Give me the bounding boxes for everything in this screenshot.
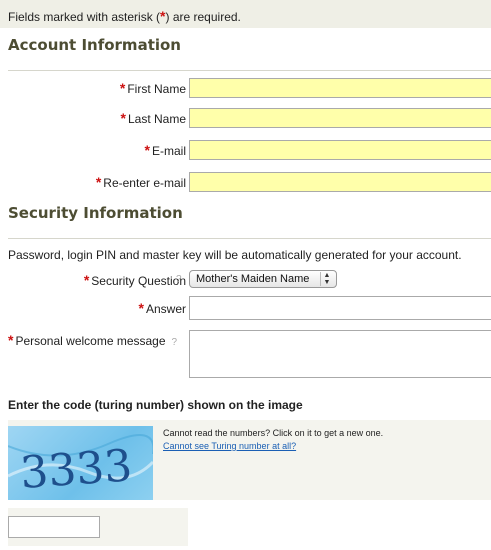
auto-generated-info: Password, login PIN and master key will … (8, 248, 462, 262)
last-name-label: Last Name (127, 112, 186, 126)
account-divider (8, 70, 491, 71)
captcha-hint: Cannot read the numbers? Click on it to … (163, 428, 384, 438)
email-required-icon: * (144, 142, 150, 158)
answer-label-group: * Answer (139, 300, 186, 316)
last-name-input[interactable] (189, 108, 491, 128)
security-divider (8, 238, 491, 239)
turing-title: Enter the code (turing number) shown on … (8, 398, 303, 412)
answer-required-icon: * (138, 300, 144, 316)
cannot-see-turing-link[interactable]: Cannot see Turing number at all? (163, 441, 296, 451)
turing-code-input[interactable] (8, 516, 100, 538)
email-input[interactable] (189, 140, 491, 160)
required-fields-note: Fields marked with asterisk (*) are requ… (0, 0, 491, 28)
reenter-email-label-group: * Re-enter e-mail (96, 174, 186, 190)
answer-input[interactable] (189, 296, 491, 320)
security-question-value: Mother's Maiden Name (196, 273, 310, 285)
welcome-message-required-icon: * (8, 332, 14, 348)
email-label: E-mail (151, 144, 186, 158)
first-name-label-group: * First Name (120, 80, 186, 96)
required-note-text-before: Fields marked with asterisk ( (8, 10, 161, 24)
last-name-label-group: * Last Name (121, 110, 186, 126)
captcha-image[interactable]: 3333 (7, 426, 155, 500)
answer-label: Answer (145, 302, 186, 316)
welcome-message-textarea[interactable] (189, 330, 491, 378)
select-stepper-icon: ▲ ▼ (320, 272, 333, 286)
welcome-message-help-icon[interactable]: ? (172, 337, 178, 348)
captcha-text: 3333 (19, 440, 134, 499)
security-question-label-group: * Security Question (84, 272, 186, 288)
security-question-required-icon: * (83, 272, 90, 288)
last-name-required-icon: * (120, 110, 126, 126)
required-note-text-after: ) are required. (165, 10, 241, 24)
security-question-label: Security Question (91, 274, 186, 288)
reenter-email-input[interactable] (189, 172, 491, 192)
first-name-required-icon: * (119, 80, 126, 96)
security-question-select[interactable]: Mother's Maiden Name ▲ ▼ (189, 270, 337, 288)
security-section-title: Security Information (8, 204, 183, 222)
captcha-graphic: 3333 (7, 434, 155, 499)
welcome-message-label-group: * Personal welcome message? (8, 332, 177, 348)
reenter-email-label: Re-enter e-mail (103, 176, 186, 190)
account-section-title: Account Information (8, 36, 181, 54)
reenter-email-required-icon: * (95, 174, 102, 190)
first-name-label: First Name (127, 82, 186, 96)
email-label-group: * E-mail (145, 142, 186, 158)
first-name-input[interactable] (189, 78, 491, 98)
security-question-help-icon[interactable]: ? (176, 274, 182, 285)
welcome-message-label: Personal welcome message (15, 334, 166, 348)
